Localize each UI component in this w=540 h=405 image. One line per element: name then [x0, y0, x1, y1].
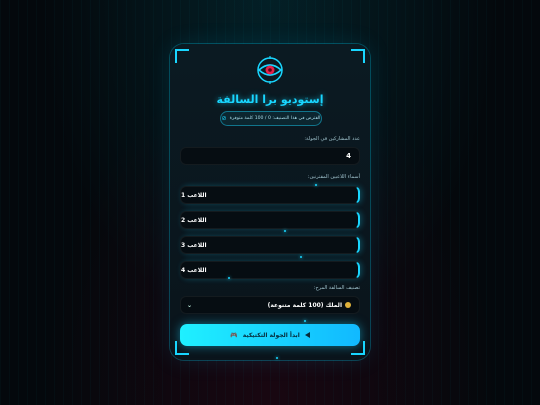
category-emoji-icon [345, 302, 351, 308]
glow-particle [284, 230, 286, 232]
corner-bracket [351, 49, 365, 63]
setup-card: إستوديو برا السالفة الفترض في هذا التصني… [170, 44, 370, 360]
glow-particle [228, 277, 230, 279]
glow-particle [315, 184, 317, 186]
corner-bracket [175, 49, 189, 63]
category-select[interactable]: ⌄ الملك (100 كلمة متنوعة) [180, 296, 360, 314]
availability-text: الفترض في هذا التصنيف: 0 / 100 كلمة متوف… [229, 116, 321, 121]
start-round-label: ابدأ الجولة التكتيكية [242, 331, 300, 339]
participants-count-label: عدد المشاركين في الجولة: [304, 136, 360, 142]
glow-particle [276, 357, 278, 359]
gamepad-icon: 🎮 [230, 331, 238, 339]
availability-badge: الفترض في هذا التصنيف: 0 / 100 كلمة متوف… [220, 111, 322, 126]
play-icon [304, 332, 310, 338]
glow-particle [300, 256, 302, 258]
player-name-input-1[interactable]: اللاعب 1 [180, 186, 360, 204]
check-circle-icon: ⊘ [221, 115, 227, 122]
chevron-down-icon: ⌄ [187, 301, 193, 309]
participants-count-input[interactable]: 4 [180, 147, 360, 165]
players-label: أسماء اللاعبين المقترنين: [307, 174, 360, 180]
player-name-input-4[interactable]: اللاعب 4 [180, 261, 360, 279]
eye-logo-icon [257, 56, 283, 84]
category-value: الملك (100 كلمة متنوعة) [267, 301, 342, 309]
player-name-input-2[interactable]: اللاعب 2 [180, 211, 360, 229]
glow-particle [304, 320, 306, 322]
category-label: تصنيف السالفة المرح: [313, 285, 360, 291]
page-title: إستوديو برا السالفة [216, 93, 324, 106]
start-round-button[interactable]: ابدأ الجولة التكتيكية 🎮 [180, 324, 360, 346]
player-name-input-3[interactable]: اللاعب 3 [180, 236, 360, 254]
